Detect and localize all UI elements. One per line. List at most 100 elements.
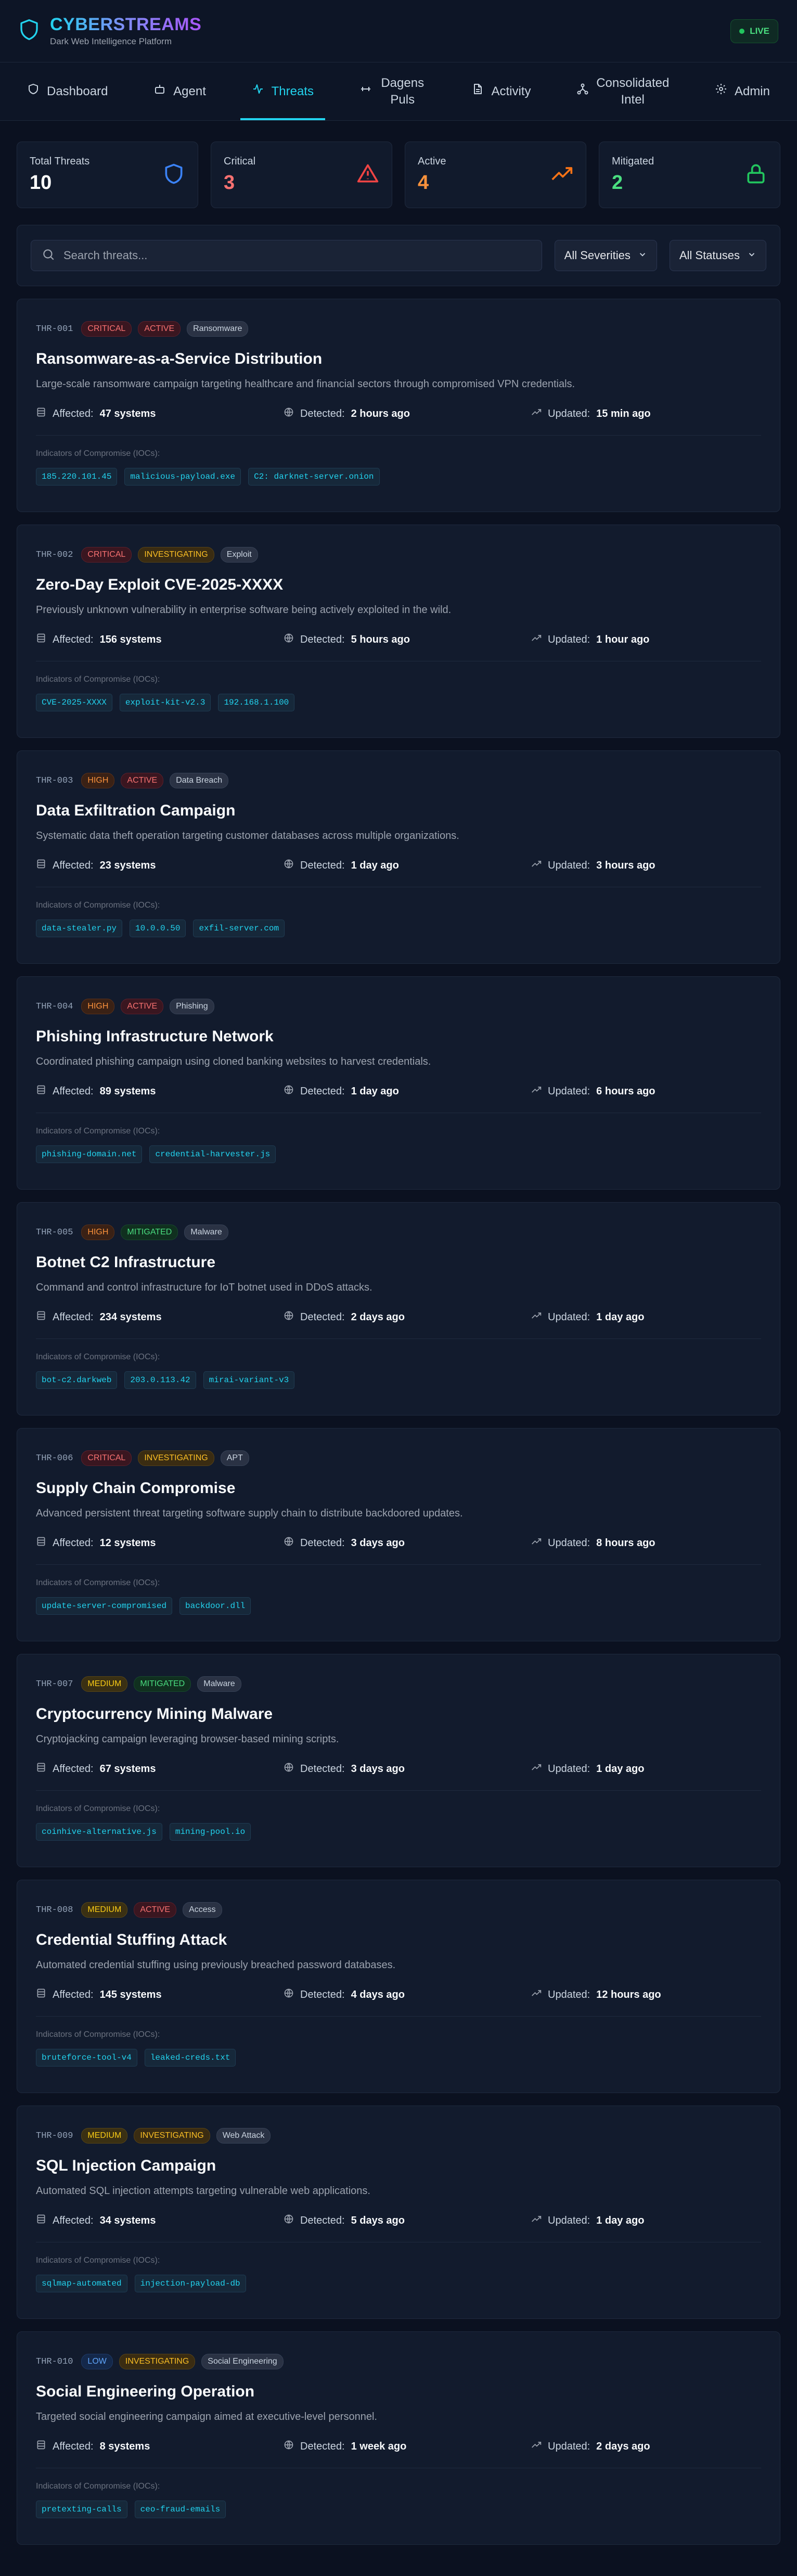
stat-total-threats: Total Threats 10 — [17, 142, 198, 208]
status-select[interactable]: All Statuses — [669, 240, 766, 271]
updated-label: Updated: — [548, 859, 590, 871]
nav-item-activity[interactable]: Activity — [460, 62, 542, 120]
severity-select[interactable]: All Severities — [554, 240, 657, 271]
app-header: CYBERSTREAMS Dark Web Intelligence Platf… — [0, 0, 797, 62]
ioc-list: 185.220.101.45 malicious-payload.exe C2: d… — [36, 468, 761, 486]
ioc-chip[interactable]: malicious-payload.exe — [124, 468, 241, 486]
affected-info: Affected: 34 systems — [36, 2214, 284, 2227]
nav-item-consolidated-intel[interactable]: Consolidated Intel — [565, 62, 680, 120]
live-badge: LIVE — [730, 19, 778, 43]
nav-item-threats[interactable]: Threats — [240, 62, 326, 120]
severity-badge: MEDIUM — [81, 2128, 128, 2144]
trending-up-icon — [531, 633, 542, 646]
ioc-chip[interactable]: update-server-compromised — [36, 1597, 173, 1615]
ioc-chip[interactable]: mirai-variant-v3 — [203, 1371, 295, 1389]
threat-card[interactable]: THR-005 HIGH MITIGATED Malware Botnet C2… — [17, 1202, 780, 1415]
updated-value: 2 days ago — [596, 2440, 650, 2452]
brand[interactable]: CYBERSTREAMS Dark Web Intelligence Platf… — [19, 16, 201, 47]
stat-value: 3 — [224, 172, 235, 194]
trending-up-icon — [531, 859, 542, 872]
warning-triangle-icon — [356, 162, 379, 188]
ioc-chip[interactable]: data-stealer.py — [36, 920, 123, 937]
threat-title: Social Engineering Operation — [36, 2383, 255, 2400]
ioc-chip[interactable]: CVE-2025-XXXX — [36, 694, 112, 711]
detected-info: Detected: 2 days ago — [284, 1310, 531, 1324]
nav-label: Consolidated Intel — [596, 76, 670, 107]
trending-up-icon — [531, 407, 542, 420]
nav-item-admin[interactable]: Admin — [703, 62, 781, 120]
detected-value: 3 days ago — [351, 1763, 405, 1775]
threat-card[interactable]: THR-008 MEDIUM ACTIVE Access Credential … — [17, 1880, 780, 2093]
threat-card[interactable]: THR-010 LOW INVESTIGATING Social Enginee… — [17, 2331, 780, 2545]
detected-info: Detected: 3 days ago — [284, 1762, 531, 1776]
severity-badge: HIGH — [81, 1225, 115, 1240]
ioc-chip[interactable]: ceo-fraud-emails — [134, 2501, 226, 2518]
affected-value: 89 systems — [99, 1085, 156, 1097]
threat-card[interactable]: THR-003 HIGH ACTIVE Data Breach Data Exf… — [17, 750, 780, 964]
ioc-chip[interactable]: exfil-server.com — [193, 920, 285, 937]
ioc-chip[interactable]: exploit-kit-v2.3 — [119, 694, 211, 711]
nav-item-agent[interactable]: Agent — [142, 62, 217, 120]
ioc-chip[interactable]: injection-payload-db — [134, 2275, 246, 2292]
search-icon — [42, 248, 55, 264]
ioc-chip[interactable]: mining-pool.io — [169, 1823, 251, 1841]
affected-label: Affected: — [53, 2440, 94, 2452]
affected-value: 156 systems — [99, 633, 162, 645]
ioc-chip[interactable]: phishing-domain.net — [36, 1145, 143, 1163]
detected-value: 1 week ago — [351, 2440, 407, 2452]
search-input[interactable] — [63, 249, 531, 262]
ioc-chip[interactable]: 203.0.113.42 — [124, 1371, 196, 1389]
updated-info: Updated: 1 day ago — [531, 1310, 644, 1324]
status-select-value: All Statuses — [679, 249, 740, 262]
threat-tags: THR-003 HIGH ACTIVE Data Breach — [36, 773, 761, 788]
ioc-chip[interactable]: pretexting-calls — [36, 2501, 127, 2518]
updated-label: Updated: — [548, 1537, 590, 1549]
updated-label: Updated: — [548, 2440, 590, 2452]
ioc-chip[interactable]: coinhive-alternative.js — [36, 1823, 162, 1841]
status-badge: INVESTIGATING — [138, 1450, 214, 1466]
divider — [36, 2016, 761, 2017]
affected-info: Affected: 47 systems — [36, 407, 284, 420]
threat-card[interactable]: THR-001 CRITICAL ACTIVE Ransomware Ranso… — [17, 299, 780, 512]
stat-label: Mitigated — [612, 156, 654, 167]
detected-label: Detected: — [300, 2214, 345, 2226]
ioc-chip[interactable]: sqlmap-automated — [36, 2275, 127, 2292]
server-icon — [36, 1988, 46, 2001]
threat-tags: THR-007 MEDIUM MITIGATED Malware — [36, 1676, 761, 1692]
threat-card[interactable]: THR-009 MEDIUM INVESTIGATING Web Attack … — [17, 2106, 780, 2319]
threat-id: THR-001 — [36, 324, 73, 334]
threat-card[interactable]: THR-004 HIGH ACTIVE Phishing Phishing In… — [17, 976, 780, 1190]
ioc-heading: Indicators of Compromise (IOCs): — [36, 2030, 160, 2039]
updated-info: Updated: 1 day ago — [531, 1762, 644, 1776]
ioc-chip[interactable]: 185.220.101.45 — [36, 468, 118, 486]
threat-tags: THR-009 MEDIUM INVESTIGATING Web Attack — [36, 2128, 761, 2144]
detected-value: 4 days ago — [351, 1988, 405, 2000]
ioc-chip[interactable]: backdoor.dll — [179, 1597, 251, 1615]
threat-meta: Affected: 156 systems Detected: 5 hours … — [36, 633, 761, 646]
ioc-chip[interactable]: 10.0.0.50 — [130, 920, 186, 937]
nav-label: Threats — [271, 84, 314, 98]
affected-info: Affected: 156 systems — [36, 633, 284, 646]
ioc-chip[interactable]: bruteforce-tool-v4 — [36, 2049, 137, 2067]
ioc-chip[interactable]: leaked-creds.txt — [144, 2049, 236, 2067]
ioc-chip[interactable]: credential-harvester.js — [149, 1145, 276, 1163]
affected-value: 34 systems — [99, 2214, 156, 2226]
ioc-list: sqlmap-automated injection-payload-db — [36, 2275, 761, 2292]
threat-card[interactable]: THR-002 CRITICAL INVESTIGATING Exploit Z… — [17, 525, 780, 738]
globe-icon — [284, 2440, 294, 2453]
ioc-chip[interactable]: C2: darknet-server.onion — [248, 468, 380, 486]
updated-label: Updated: — [548, 1311, 590, 1323]
nav-item-dashboard[interactable]: Dashboard — [16, 62, 119, 120]
updated-info: Updated: 6 hours ago — [531, 1085, 655, 1098]
search-box[interactable] — [31, 240, 542, 271]
ioc-chip[interactable]: 192.168.1.100 — [218, 694, 295, 711]
nav-item-dagens-puls[interactable]: Dagens Puls — [348, 62, 438, 120]
detected-info: Detected: 2 hours ago — [284, 407, 531, 420]
stat-critical: Critical 3 — [211, 142, 392, 208]
threat-card[interactable]: THR-007 MEDIUM MITIGATED Malware Cryptoc… — [17, 1654, 780, 1867]
status-badge: MITIGATED — [121, 1225, 178, 1240]
ioc-chip[interactable]: bot-c2.darkweb — [36, 1371, 118, 1389]
threat-card[interactable]: THR-006 CRITICAL INVESTIGATING APT Suppl… — [17, 1428, 780, 1641]
affected-label: Affected: — [53, 407, 94, 419]
trending-up-icon — [531, 1085, 542, 1098]
